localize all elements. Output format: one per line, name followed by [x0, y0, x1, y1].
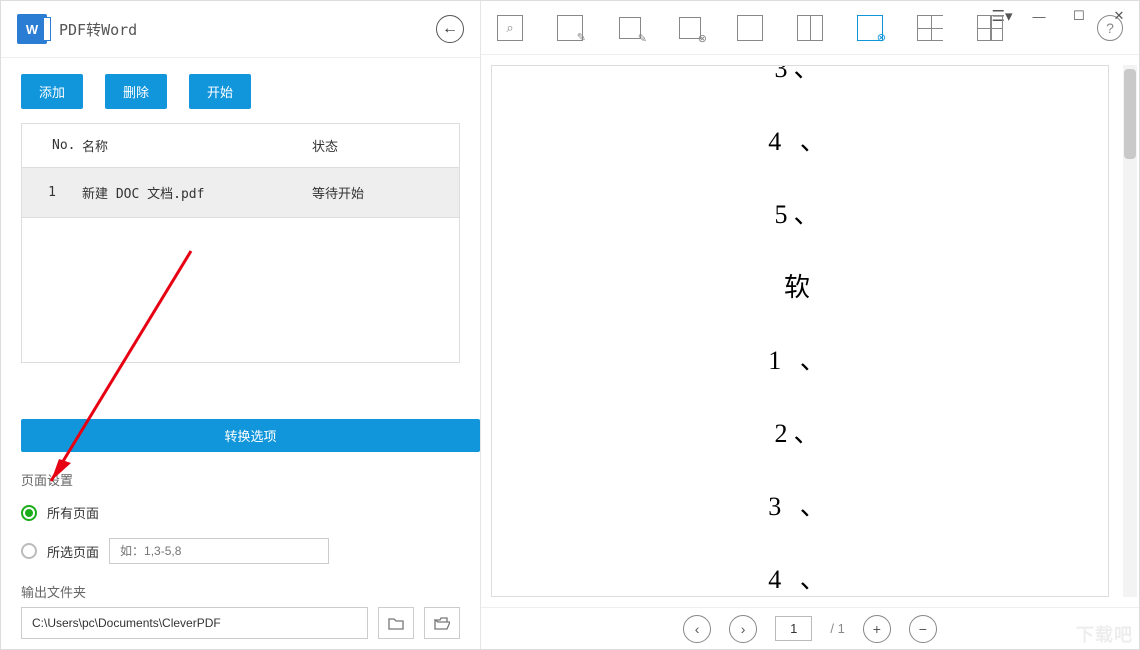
preview-line: 2、	[774, 413, 825, 450]
grid-4-icon[interactable]	[977, 15, 1003, 41]
action-row: 添加 删除 开始	[1, 58, 480, 123]
left-panel: PDF转Word ← 添加 删除 开始 No. 名称 状态 1 新建 DOC 文…	[1, 1, 481, 649]
convert-options-button[interactable]: 转换选项	[21, 419, 480, 452]
output-folder-label: 输出文件夹	[21, 582, 460, 601]
prev-page-button[interactable]: ‹	[683, 615, 711, 643]
preview-footer: ‹ › 1 / 1 + −	[481, 607, 1139, 649]
table-header: No. 名称 状态	[22, 124, 459, 168]
minimize-button[interactable]: —	[1019, 1, 1059, 31]
page-range-input[interactable]	[109, 538, 329, 564]
delete-button[interactable]: 删除	[105, 74, 167, 109]
row-name: 新建 DOC 文档.pdf	[82, 183, 292, 202]
zoom-in-button[interactable]: +	[863, 615, 891, 643]
maximize-button[interactable]: ☐	[1059, 1, 1099, 31]
col-no-header: No.	[22, 138, 82, 153]
file-table: No. 名称 状态 1 新建 DOC 文档.pdf 等待开始	[21, 123, 460, 363]
table-row[interactable]: 1 新建 DOC 文档.pdf 等待开始	[22, 168, 459, 218]
zoom-search-icon[interactable]: ⌕	[497, 15, 523, 41]
row-status: 等待开始	[292, 183, 459, 202]
next-page-button[interactable]: ›	[729, 615, 757, 643]
radio-selected-pages[interactable]	[21, 543, 37, 559]
page-number-input[interactable]: 1	[775, 616, 812, 641]
image-edit-icon[interactable]: ✎	[617, 15, 643, 41]
close-button[interactable]: ✕	[1099, 1, 1139, 31]
output-path-input[interactable]	[21, 607, 368, 639]
page-total-label: / 1	[830, 621, 844, 636]
radio-all-pages-label: 所有页面	[47, 503, 99, 522]
word-icon	[17, 14, 47, 44]
crop-page-icon[interactable]: ✎	[557, 15, 583, 41]
add-button[interactable]: 添加	[21, 74, 83, 109]
preview-line: 1 、	[768, 340, 832, 377]
right-panel: ☰▾ — ☐ ✕ ⌕ ✎ ✎ ⊗ ⊗ ? 3、 4 、 5、 软 1 、 2、	[481, 1, 1139, 649]
radio-all-pages-row: 所有页面	[21, 503, 460, 522]
radio-selected-pages-label: 所选页面	[47, 542, 99, 561]
output-row	[21, 607, 460, 639]
page-title: PDF转Word	[59, 19, 137, 40]
col-name-header: 名称	[82, 136, 292, 155]
vertical-scrollbar[interactable]	[1123, 65, 1137, 597]
page-settings-title: 页面设置	[21, 470, 460, 489]
grid-2-icon[interactable]	[917, 15, 943, 41]
window-controls: ☰▾ — ☐ ✕	[985, 1, 1139, 31]
preview-area: 3、 4 、 5、 软 1 、 2、 3 、 4 、	[481, 55, 1139, 607]
preview-line: 3、	[774, 65, 825, 85]
split-vertical-icon[interactable]	[797, 15, 823, 41]
preview-line: 4 、	[768, 559, 832, 596]
col-status-header: 状态	[292, 136, 459, 155]
start-button[interactable]: 开始	[189, 74, 251, 109]
scrollbar-thumb[interactable]	[1124, 69, 1136, 159]
back-button[interactable]: ←	[436, 15, 464, 43]
blank-page-icon[interactable]	[737, 15, 763, 41]
preview-line: 4 、	[768, 121, 832, 158]
radio-all-pages[interactable]	[21, 505, 37, 521]
open-folder-button[interactable]	[424, 607, 460, 639]
page-remove-icon[interactable]: ⊗	[857, 15, 883, 41]
preview-line: 3 、	[768, 486, 832, 523]
page-canvas[interactable]: 3、 4 、 5、 软 1 、 2、 3 、 4 、	[491, 65, 1109, 597]
preview-line: 软	[784, 267, 816, 304]
row-no: 1	[22, 185, 82, 200]
left-header: PDF转Word ←	[1, 1, 480, 58]
preview-line: 5、	[774, 194, 825, 231]
zoom-out-button[interactable]: −	[909, 615, 937, 643]
image-remove-icon[interactable]: ⊗	[677, 15, 703, 41]
browse-folder-button[interactable]	[378, 607, 414, 639]
radio-selected-pages-row: 所选页面	[21, 538, 460, 564]
